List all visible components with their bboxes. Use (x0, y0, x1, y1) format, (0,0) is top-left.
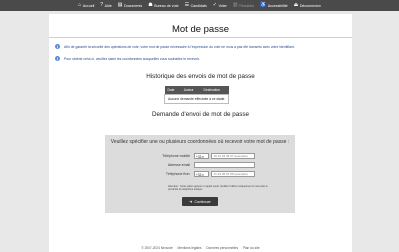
mobile-row: Téléphone mobile +33 ▾ (105, 153, 295, 160)
nav-label: Candidats (190, 3, 207, 8)
nav-item-resultats[interactable]: ▥ Résultats (233, 3, 254, 8)
nav-item-accessibilite[interactable]: ♿ Accessibilité (260, 3, 288, 8)
select-value: +33 (196, 173, 202, 177)
email-label: Adresse email (167, 163, 190, 167)
info-icon: i (55, 56, 60, 61)
nav-label: Documents (124, 3, 143, 8)
mobile-input[interactable] (211, 153, 255, 159)
continue-label: Continuer (194, 199, 211, 204)
select-value: +33 (196, 155, 202, 159)
nav-label: Résultats (239, 3, 255, 8)
landline-input[interactable] (211, 171, 255, 177)
copyright: © 2007-2024 Neovote (141, 246, 173, 250)
landline-row: Téléphone fixe¹ +33 ▾ (105, 171, 295, 178)
nav-label: Accessibilité (267, 3, 288, 8)
nav-item-deconnexion[interactable]: ⏏ Déconnexion (294, 3, 321, 8)
landline-note: Attention : Cette option génère un appel… (168, 185, 268, 191)
nav-label: Voter (218, 3, 227, 8)
empty-history-message: Aucune demande effectuée à ce stade. (163, 94, 230, 104)
results-icon: ▥ (232, 2, 238, 8)
landline-country-select[interactable]: +33 ▾ (194, 171, 209, 177)
nav-item-documents[interactable]: ▤ Documents (118, 3, 142, 8)
table-header-row: Date Auteur Destination (164, 86, 229, 95)
page-title: Mot de passe (171, 24, 230, 35)
footer-link-legal[interactable]: Mentions légales (178, 246, 202, 250)
accessibility-icon: ♿ (260, 2, 267, 8)
continue-button[interactable]: ➜ Continuer (182, 197, 218, 206)
info-security: i Afin de garantir la sécurité des opéra… (55, 44, 295, 49)
info-instructions: i Pour obtenir celui-ci, veuillez saisir… (55, 56, 200, 61)
nav-item-accueil[interactable]: ⌂ Accueil (78, 3, 94, 8)
history-title: Historique des envois de mot de passe (146, 73, 255, 80)
info-text: Pour obtenir celui-ci, veuillez saisir l… (64, 56, 200, 61)
logout-icon: ⏏ (293, 2, 299, 8)
top-navigation-bar: ⌂ Accueil ? Aide ▤ Documents ☗ Bureau de vot… (0, 0, 399, 11)
password-request-form: Veuillez spécifier une ou plusieurs coor… (105, 135, 295, 213)
nav-item-bureau-de-vote[interactable]: ☗ Bureau de vote (148, 3, 178, 8)
mobile-country-select[interactable]: +33 ▾ (194, 153, 209, 159)
main-content: Mot de passe i Afin de garantir la sécur… (49, 14, 352, 252)
nav-label: Aide (104, 3, 112, 8)
nav-item-candidats[interactable]: ☰ Candidats (185, 3, 207, 8)
landline-label: Téléphone fixe¹ (165, 172, 190, 176)
footer-link-privacy[interactable]: Données personnelles (206, 246, 238, 250)
polling-station-icon: ☗ (148, 2, 153, 8)
nav-label: Accueil (82, 3, 95, 8)
nav-item-aide[interactable]: ? Aide (100, 3, 111, 8)
request-title: Demande d'envoi de mot de passe (151, 111, 250, 118)
form-title: Veuillez spécifier une ou plusieurs coor… (110, 139, 290, 145)
column-header: Auteur (180, 86, 201, 95)
footer: © 2007-2024 Neovote Mentions légales Don… (49, 246, 352, 250)
footer-link-sitemap[interactable]: Plan du site (243, 246, 260, 250)
email-row: Adresse email (105, 162, 295, 169)
info-text: Afin de garantir la sécurité des opérati… (64, 44, 295, 49)
column-header: Date (164, 86, 181, 95)
nav-label: Déconnexion (299, 3, 321, 8)
divider (49, 37, 352, 38)
vote-icon: ✓ (212, 2, 217, 8)
document-icon: ▤ (117, 2, 123, 8)
column-header: Destination (200, 86, 229, 95)
nav-label: Bureau de vote (154, 3, 179, 8)
info-icon: i (55, 44, 60, 49)
nav-item-voter[interactable]: ✓ Voter (213, 3, 227, 8)
home-icon: ⌂ (78, 2, 82, 8)
mobile-label: Téléphone mobile (162, 154, 190, 158)
table-row: Aucune demande effectuée à ce stade. (163, 94, 230, 104)
help-icon: ? (100, 2, 104, 8)
candidates-icon: ☰ (184, 2, 190, 8)
email-input[interactable] (194, 162, 255, 168)
arrow-right-icon: ➜ (189, 200, 193, 204)
history-table: Date Auteur Destination Aucune demande e… (163, 86, 230, 104)
